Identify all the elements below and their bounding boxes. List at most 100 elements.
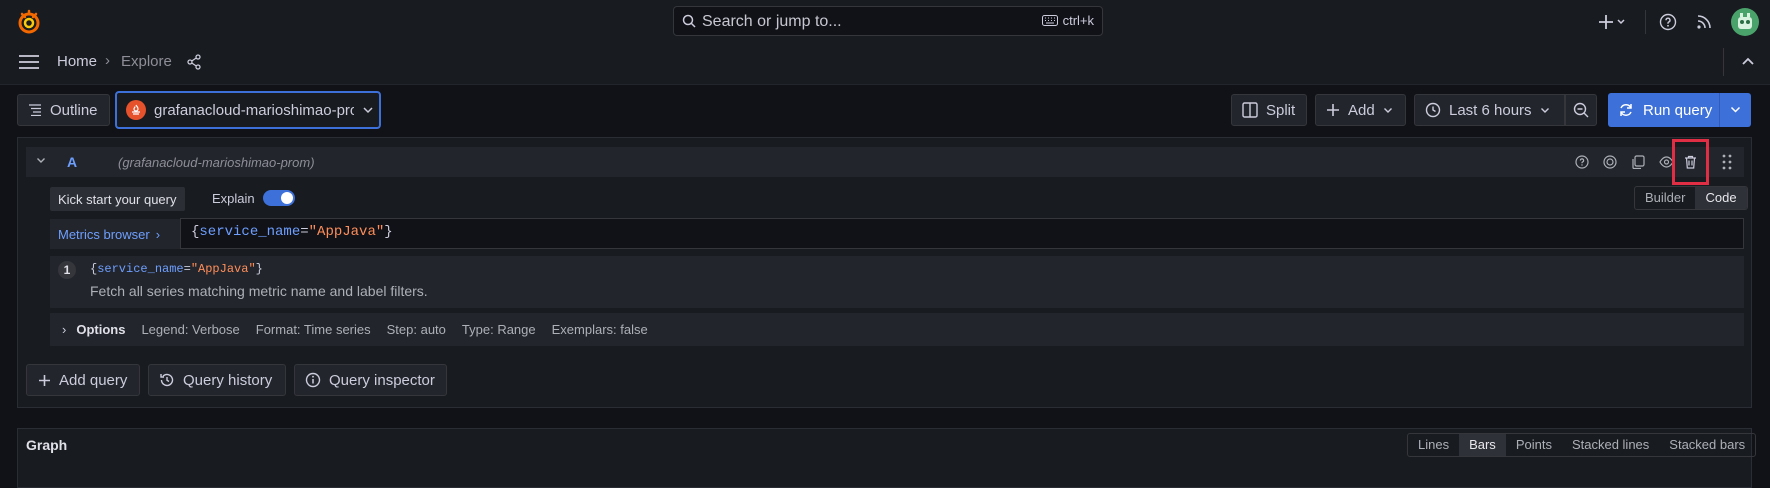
outline-button[interactable]: Outline xyxy=(17,94,110,126)
help-button[interactable] xyxy=(1659,13,1677,31)
trash-icon xyxy=(1685,155,1696,169)
chevron-down-icon xyxy=(37,158,45,163)
chevron-right-icon: › xyxy=(62,322,67,337)
graph-style-bars[interactable]: Bars xyxy=(1459,434,1506,456)
delete-query-button[interactable] xyxy=(1684,155,1697,169)
plus-icon xyxy=(39,374,50,386)
avatar[interactable] xyxy=(1731,8,1759,36)
explain-step-expression: {service_name="AppJava"} xyxy=(90,262,263,276)
toggle-knob xyxy=(281,192,293,204)
drag-handle-icon[interactable] xyxy=(1722,154,1732,170)
outline-label: Outline xyxy=(50,101,98,119)
search-bar[interactable]: Search or jump to... ctrl+k xyxy=(673,6,1103,36)
graph-title: Graph xyxy=(26,437,68,453)
graph-style-stacked-bars[interactable]: Stacked bars xyxy=(1659,434,1755,456)
kick-start-button[interactable]: Kick start your query xyxy=(50,187,185,211)
options-label: Options xyxy=(76,322,126,337)
add-button[interactable]: Add xyxy=(1315,94,1406,126)
option-exemplars: Exemplars: false xyxy=(551,322,648,337)
builder-mode-tab[interactable]: Builder xyxy=(1635,187,1695,209)
news-button[interactable] xyxy=(1695,13,1713,31)
split-label: Split xyxy=(1266,101,1296,119)
query-inspector-button[interactable]: Query inspector xyxy=(294,364,447,396)
explain-step-number: 1 xyxy=(58,261,76,279)
add-label: Add xyxy=(1348,101,1375,119)
query-options-button[interactable] xyxy=(1603,155,1617,169)
chevron-up-icon xyxy=(1742,57,1754,65)
explain-panel xyxy=(50,256,1744,308)
info-icon xyxy=(305,372,321,388)
graph-style-stacked-lines[interactable]: Stacked lines xyxy=(1562,434,1659,456)
breadcrumb-home[interactable]: Home xyxy=(57,53,97,70)
grafana-logo-icon[interactable] xyxy=(16,9,42,35)
columns-icon xyxy=(1242,102,1258,118)
explain-label: Explain xyxy=(212,191,255,206)
option-format: Format: Time series xyxy=(255,322,371,337)
search-icon xyxy=(682,14,696,28)
refresh-icon xyxy=(1620,104,1632,116)
metrics-browser-label: Metrics browser xyxy=(58,226,150,242)
query-help-button[interactable] xyxy=(1575,155,1589,169)
option-step: Step: auto xyxy=(386,322,446,337)
share-button[interactable] xyxy=(186,54,202,70)
time-range-picker[interactable]: Last 6 hours xyxy=(1414,94,1565,126)
expr-label-value: "AppJava" xyxy=(308,224,385,240)
graph-style-lines[interactable]: Lines xyxy=(1408,434,1459,456)
collapse-query-button[interactable] xyxy=(36,157,46,164)
rss-icon xyxy=(1697,15,1711,29)
help-icon xyxy=(1659,13,1677,31)
run-query-divider xyxy=(1719,93,1720,127)
explain-step-text: Fetch all series matching metric name an… xyxy=(90,283,428,299)
options-row[interactable]: › Options Legend: Verbose Format: Time s… xyxy=(50,313,1744,346)
navbar-divider xyxy=(1723,48,1724,76)
run-query-button[interactable]: Run query xyxy=(1608,93,1751,127)
topbar-divider xyxy=(1645,10,1646,34)
plus-icon xyxy=(1327,104,1339,116)
list-icon xyxy=(29,104,41,116)
add-query-button[interactable]: Add query xyxy=(26,364,140,396)
explain-expr-value: "AppJava" xyxy=(190,262,256,276)
query-code-editor[interactable]: {service_name="AppJava"} xyxy=(180,218,1744,249)
plus-icon xyxy=(1599,15,1625,29)
code-mode-tab[interactable]: Code xyxy=(1695,187,1747,209)
datasource-name: grafanacloud-marioshimao-pro xyxy=(154,101,354,119)
graph-style-points[interactable]: Points xyxy=(1506,434,1562,456)
share-icon xyxy=(187,54,201,70)
chevron-down-icon xyxy=(1730,106,1741,113)
datasource-picker[interactable]: grafanacloud-marioshimao-pro xyxy=(115,91,381,129)
query-ref-id[interactable]: A xyxy=(67,154,77,170)
query-history-button[interactable]: Query history xyxy=(148,364,286,396)
metrics-browser-button[interactable]: Metrics browser › xyxy=(50,219,180,249)
copy-icon xyxy=(1632,155,1645,169)
graph-style-switch: Lines Bars Points Stacked lines Stacked bars xyxy=(1407,433,1757,457)
search-shortcut: ctrl+k xyxy=(1041,13,1094,28)
collapse-header-button[interactable] xyxy=(1741,56,1755,66)
breadcrumb-current: Explore xyxy=(121,53,172,70)
chevron-down-icon xyxy=(1383,107,1392,113)
prometheus-icon xyxy=(126,100,146,120)
explain-expr-op: = xyxy=(183,262,191,276)
menu-toggle-button[interactable] xyxy=(18,54,40,70)
zoom-out-button[interactable] xyxy=(1565,94,1597,126)
query-inspector-label: Query inspector xyxy=(329,371,435,389)
search-shortcut-text: ctrl+k xyxy=(1062,13,1094,28)
chevron-right-icon: › xyxy=(155,226,161,242)
nav-bar xyxy=(0,44,1770,85)
keyboard-icon xyxy=(1041,15,1058,26)
run-query-label: Run query xyxy=(1643,101,1713,119)
time-range-label: Last 6 hours xyxy=(1449,101,1532,119)
expr-label-key: service_name xyxy=(199,224,301,240)
query-datasource-note: (grafanacloud-marioshimao-prom) xyxy=(118,155,315,170)
option-legend: Legend: Verbose xyxy=(141,322,240,337)
history-icon xyxy=(160,373,174,387)
split-button[interactable]: Split xyxy=(1231,94,1307,126)
help-icon xyxy=(1575,155,1589,169)
duplicate-query-button[interactable] xyxy=(1631,155,1645,169)
expr-operator: = xyxy=(300,224,309,240)
explain-toggle[interactable] xyxy=(263,190,295,206)
new-menu-button[interactable] xyxy=(1598,12,1626,32)
explain-expr-key: service_name xyxy=(97,262,184,276)
explain-expr-close: } xyxy=(255,262,263,276)
circle-target-icon xyxy=(1603,155,1617,169)
clock-icon xyxy=(1425,102,1441,118)
